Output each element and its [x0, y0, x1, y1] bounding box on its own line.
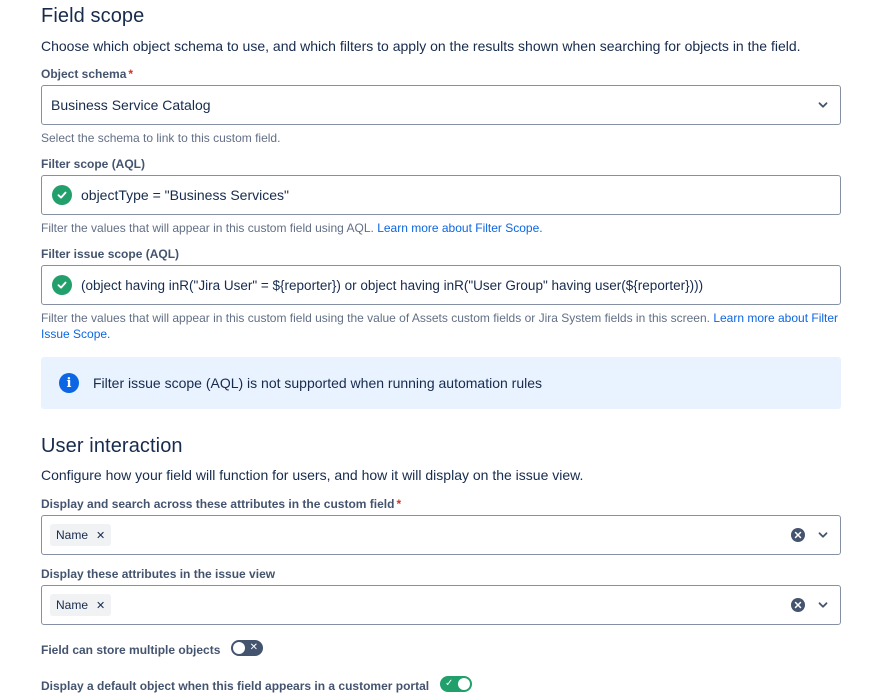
issue-view-attributes-label: Display these attributes in the issue vi…	[41, 567, 276, 581]
clear-selection-icon[interactable]	[791, 528, 805, 542]
check-circle-icon	[52, 185, 72, 205]
clear-selection-icon[interactable]	[791, 598, 805, 612]
multiple-objects-toggle[interactable]: ✕	[231, 640, 263, 656]
issue-view-attributes-multiselect[interactable]: Name ✕	[41, 585, 841, 625]
required-mark: *	[128, 67, 134, 81]
filter-scope-learn-more-link[interactable]: Learn more about Filter Scope.	[377, 221, 542, 235]
check-circle-icon	[52, 275, 72, 295]
filter-scope-label: Filter scope (AQL)	[41, 157, 146, 171]
filter-issue-scope-help: Filter the values that will appear in th…	[41, 310, 841, 342]
search-attributes-label: Display and search across these attribut…	[41, 497, 401, 511]
check-icon: ✓	[445, 678, 454, 689]
default-object-label: Display a default object when this field…	[41, 679, 430, 693]
attribute-tag: Name ✕	[50, 524, 112, 546]
object-schema-value: Business Service Catalog	[51, 97, 211, 113]
remove-tag-icon[interactable]: ✕	[96, 599, 105, 612]
field-scope-description: Choose which object schema to use, and w…	[41, 38, 801, 54]
user-interaction-description: Configure how your field will function f…	[41, 467, 584, 483]
toggle-knob	[233, 642, 245, 654]
search-attributes-label-text: Display and search across these attribut…	[41, 497, 395, 511]
filter-issue-scope-value: (object having inR("Jira User" = ${repor…	[81, 277, 704, 293]
chevron-down-icon[interactable]	[818, 100, 828, 110]
attribute-tag: Name ✕	[50, 594, 112, 616]
chevron-down-icon[interactable]	[818, 530, 828, 540]
attribute-tag-label: Name	[56, 598, 89, 612]
filter-scope-input[interactable]: objectType = "Business Services"	[41, 175, 841, 215]
filter-scope-help-text: Filter the values that will appear in th…	[41, 221, 374, 235]
default-object-toggle[interactable]: ✓	[440, 676, 472, 692]
chevron-down-icon[interactable]	[818, 600, 828, 610]
remove-tag-icon[interactable]: ✕	[96, 529, 105, 542]
filter-issue-scope-label: Filter issue scope (AQL)	[41, 247, 180, 261]
required-mark: *	[396, 497, 402, 511]
object-schema-label: Object schema *	[41, 67, 133, 81]
filter-issue-scope-help-text: Filter the values that will appear in th…	[41, 311, 710, 325]
object-schema-label-text: Object schema	[41, 67, 127, 81]
info-message: Filter issue scope (AQL) is not supporte…	[93, 375, 543, 391]
object-schema-select[interactable]: Business Service Catalog	[41, 85, 841, 125]
cross-icon: ✕	[249, 642, 258, 653]
multiple-objects-label: Field can store multiple objects	[41, 643, 221, 657]
info-banner: i Filter issue scope (AQL) is not suppor…	[41, 357, 841, 409]
filter-issue-scope-input[interactable]: (object having inR("Jira User" = ${repor…	[41, 265, 841, 305]
search-attributes-multiselect[interactable]: Name ✕	[41, 515, 841, 555]
filter-scope-help: Filter the values that will appear in th…	[41, 220, 841, 236]
filter-scope-value: objectType = "Business Services"	[81, 187, 289, 203]
object-schema-help: Select the schema to link to this custom…	[41, 131, 281, 145]
field-scope-heading: Field scope	[41, 5, 145, 27]
toggle-knob	[458, 678, 470, 690]
user-interaction-heading: User interaction	[41, 435, 183, 457]
info-icon: i	[59, 373, 79, 393]
attribute-tag-label: Name	[56, 528, 89, 542]
